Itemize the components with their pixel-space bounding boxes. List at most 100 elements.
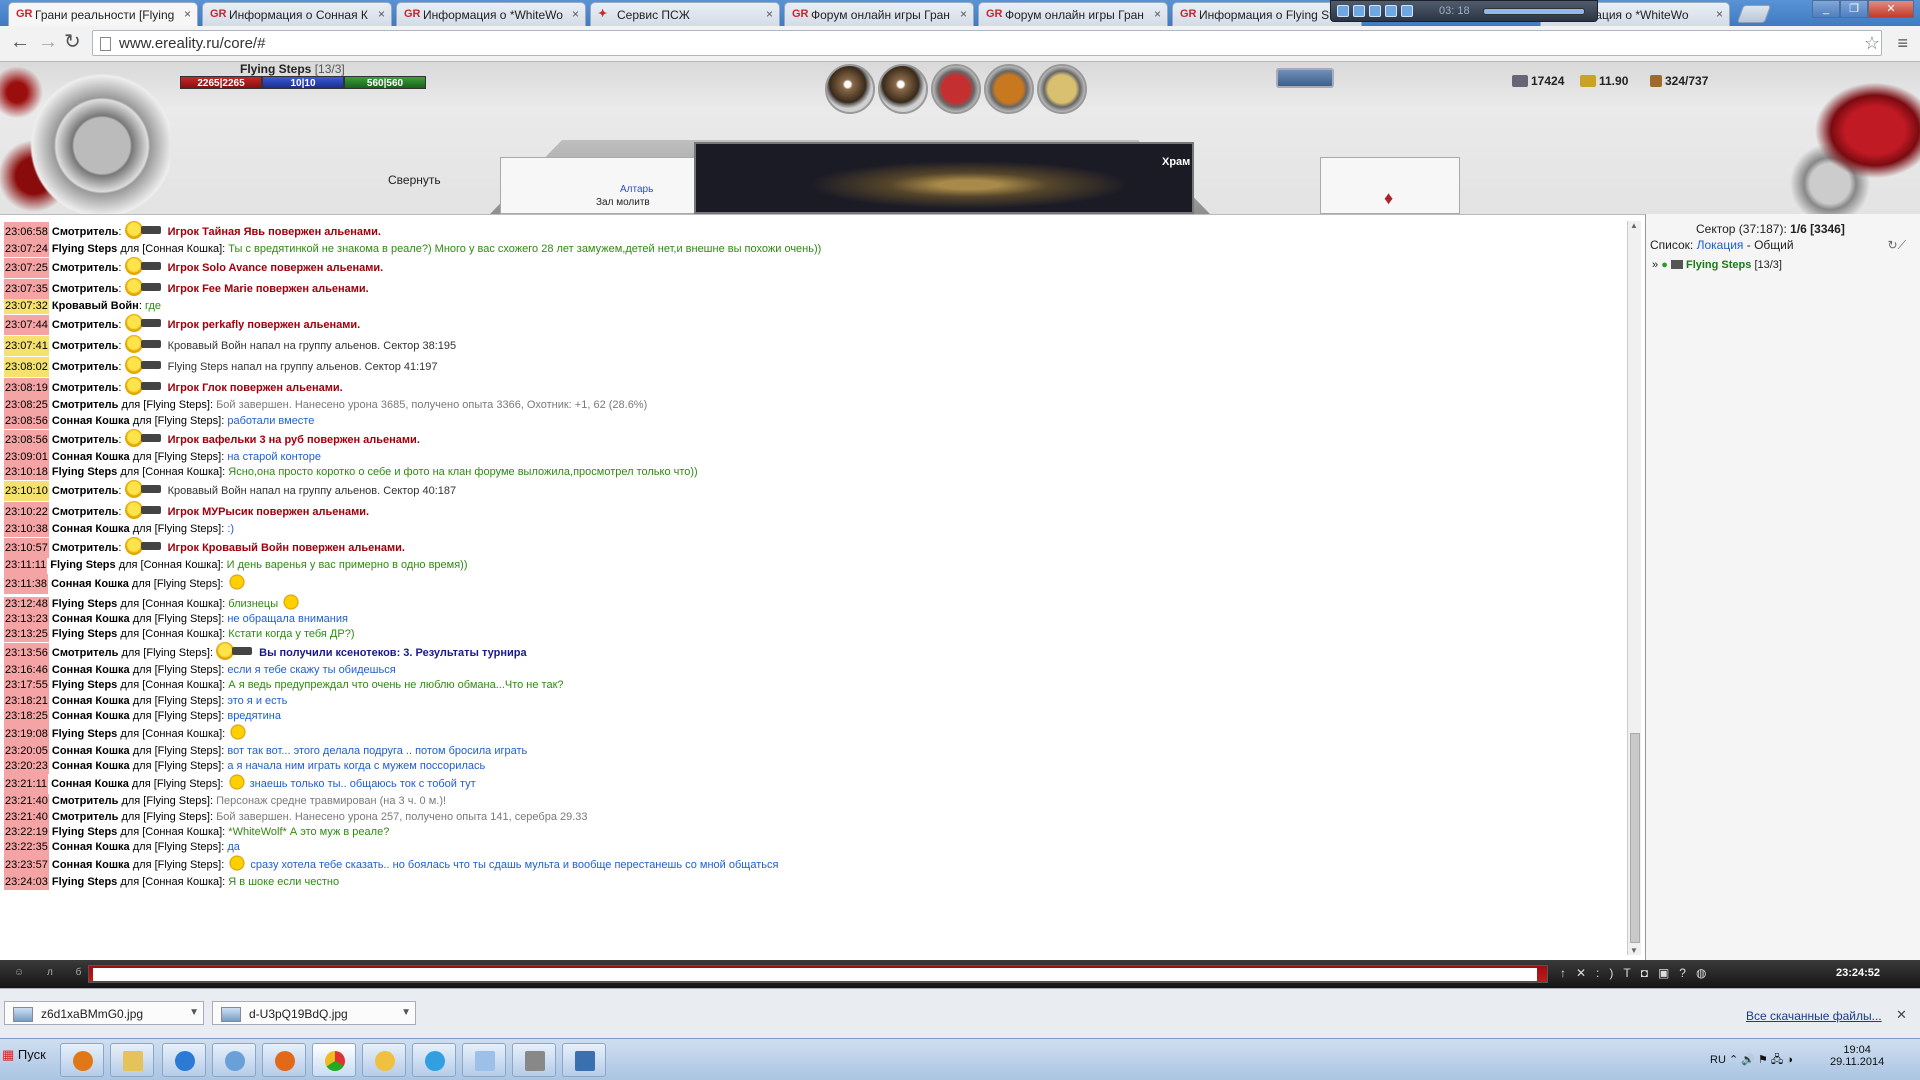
pause-icon[interactable] — [1353, 5, 1365, 17]
message-recipient[interactable]: для [Сонная Кошка]: — [117, 876, 225, 888]
message-recipient[interactable]: для [Flying Steps]: — [129, 778, 224, 790]
network-icon[interactable] — [412, 1043, 456, 1077]
message-time[interactable]: 23:12:48 — [4, 596, 49, 612]
message-author[interactable]: Flying Steps — [52, 728, 117, 740]
message-time[interactable]: 23:07:41 — [4, 336, 49, 357]
message-recipient[interactable]: для [Flying Steps]: — [130, 613, 225, 625]
message-author[interactable]: Смотритель — [52, 382, 119, 394]
message-recipient[interactable]: для [Сонная Кошка]: — [117, 243, 225, 255]
message-recipient[interactable]: : — [118, 485, 121, 497]
message-time[interactable]: 23:07:25 — [4, 258, 49, 279]
scroll-up-icon[interactable]: ▲ — [1630, 221, 1638, 230]
message-author[interactable]: Кровавый Войн — [52, 300, 139, 312]
message-time[interactable]: 23:21:40 — [4, 794, 49, 810]
close-tab-icon[interactable]: × — [378, 7, 385, 21]
message-time[interactable]: 23:08:56 — [4, 413, 49, 429]
explorer-icon[interactable] — [110, 1043, 154, 1077]
close-tab-icon[interactable]: × — [1716, 7, 1723, 21]
hand-app-icon[interactable] — [362, 1043, 406, 1077]
message-time[interactable]: 23:10:18 — [4, 465, 49, 481]
message-recipient[interactable]: для [Flying Steps]: — [130, 451, 225, 463]
message-author[interactable]: Flying Steps — [52, 466, 117, 478]
chat-input[interactable] — [93, 968, 1537, 981]
close-tab-icon[interactable]: × — [1154, 7, 1161, 21]
message-author[interactable]: Смотритель — [52, 319, 119, 331]
message-time[interactable]: 23:18:21 — [4, 693, 49, 709]
tab[interactable]: GR Информация о *WhiteWo × — [396, 2, 586, 26]
map-button[interactable] — [1276, 68, 1334, 88]
minimize-icon[interactable]: _ — [1812, 0, 1840, 18]
ie-icon[interactable] — [162, 1043, 206, 1077]
media-progress[interactable] — [1483, 8, 1585, 15]
rating-star-icon[interactable] — [984, 64, 1034, 114]
location-image[interactable] — [694, 142, 1194, 214]
message-recipient[interactable]: для [Flying Steps]: — [130, 760, 225, 772]
message-author[interactable]: Смотритель — [52, 283, 119, 295]
character-icon[interactable] — [825, 64, 875, 114]
message-time[interactable]: 23:18:25 — [4, 708, 49, 725]
firefox-icon[interactable] — [262, 1043, 306, 1077]
message-author[interactable]: Flying Steps — [52, 598, 117, 610]
all-downloads-link[interactable]: Все скачанные файлы... — [1746, 1009, 1882, 1023]
chrome-icon[interactable] — [312, 1043, 356, 1077]
message-time[interactable]: 23:06:58 — [4, 222, 49, 242]
message-author[interactable]: Смотритель — [52, 262, 119, 274]
play-icon[interactable] — [1337, 5, 1349, 17]
message-recipient[interactable]: для [Flying Steps]: — [130, 745, 225, 757]
message-author[interactable]: Сонная Кошка — [52, 841, 130, 853]
message-recipient[interactable]: для [Flying Steps]: — [118, 399, 213, 411]
viewer-icon[interactable] — [512, 1043, 556, 1077]
close-tab-icon[interactable]: × — [572, 7, 579, 21]
message-time[interactable]: 23:13:23 — [4, 611, 49, 628]
message-recipient[interactable]: : — [118, 283, 121, 295]
message-author[interactable]: Смотритель — [52, 399, 119, 411]
stop-icon[interactable] — [1369, 5, 1381, 17]
chat-scrollbar[interactable]: ▲ ▼ — [1627, 221, 1641, 955]
book-icon[interactable] — [1037, 64, 1087, 114]
player-name[interactable]: Flying Steps [13/3] — [240, 62, 345, 76]
chat-tools[interactable]: ↑✕:)T◘▣?◍ — [1560, 966, 1716, 980]
close-window-icon[interactable]: ✕ — [1868, 0, 1914, 18]
close-tab-icon[interactable]: × — [766, 7, 773, 21]
bookmark-star-icon[interactable]: ☆ — [1864, 33, 1880, 54]
message-recipient[interactable]: для [Flying Steps]: — [130, 841, 225, 853]
message-author[interactable]: Flying Steps — [52, 876, 117, 888]
tab[interactable]: GR Информация о Сонная К × — [202, 2, 392, 26]
paint-icon[interactable] — [212, 1043, 256, 1077]
tab[interactable]: GR Форум онлайн игры Гран × — [784, 2, 974, 26]
message-time[interactable]: 23:20:05 — [4, 744, 49, 760]
inventory-chest-icon[interactable] — [878, 64, 928, 114]
message-author[interactable]: Сонная Кошка — [52, 664, 130, 676]
message-recipient[interactable]: для [Flying Steps]: — [130, 415, 225, 427]
message-recipient[interactable]: для [Сонная Кошка]: — [117, 826, 225, 838]
message-author[interactable]: Смотритель — [52, 542, 119, 554]
message-author[interactable]: Смотритель — [52, 485, 119, 497]
message-time[interactable]: 23:22:35 — [4, 840, 49, 856]
media-player-widget[interactable]: 03: 18 — [1330, 0, 1598, 22]
system-clock[interactable]: 19:04 29.11.2014 — [1830, 1044, 1884, 1068]
refresh-icon[interactable]: ↻⟋ — [1888, 238, 1906, 253]
message-time[interactable]: 23:08:02 — [4, 357, 49, 378]
message-time[interactable]: 23:20:23 — [4, 759, 49, 775]
message-author[interactable]: Сонная Кошка — [52, 710, 130, 722]
message-time[interactable]: 23:13:56 — [4, 643, 49, 664]
message-recipient[interactable]: для [Сонная Кошка]: — [117, 679, 225, 691]
maximize-icon[interactable]: ❐ — [1840, 0, 1868, 18]
start-button[interactable]: ▦ Пуск — [2, 1047, 46, 1063]
message-author[interactable]: Смотритель — [52, 506, 119, 518]
altar-link[interactable]: Алтарь — [620, 184, 653, 195]
message-time[interactable]: 23:11:11 — [4, 558, 48, 574]
new-tab-button[interactable] — [1736, 5, 1772, 23]
close-tab-icon[interactable]: × — [960, 7, 967, 21]
scroll-down-icon[interactable]: ▼ — [1630, 946, 1638, 955]
message-author[interactable]: Сонная Кошка — [52, 859, 130, 871]
close-downloads-icon[interactable]: ✕ — [1896, 1007, 1907, 1023]
message-recipient[interactable]: для [Flying Steps]: — [118, 647, 213, 659]
media-player-icon[interactable] — [60, 1043, 104, 1077]
message-author[interactable]: Flying Steps — [50, 559, 115, 571]
message-recipient[interactable]: : — [118, 382, 121, 394]
message-recipient[interactable]: для [Сонная Кошка]: — [117, 598, 225, 610]
message-time[interactable]: 23:21:11 — [4, 774, 49, 795]
next-icon[interactable] — [1401, 5, 1413, 17]
message-time[interactable]: 23:09:01 — [4, 449, 49, 466]
